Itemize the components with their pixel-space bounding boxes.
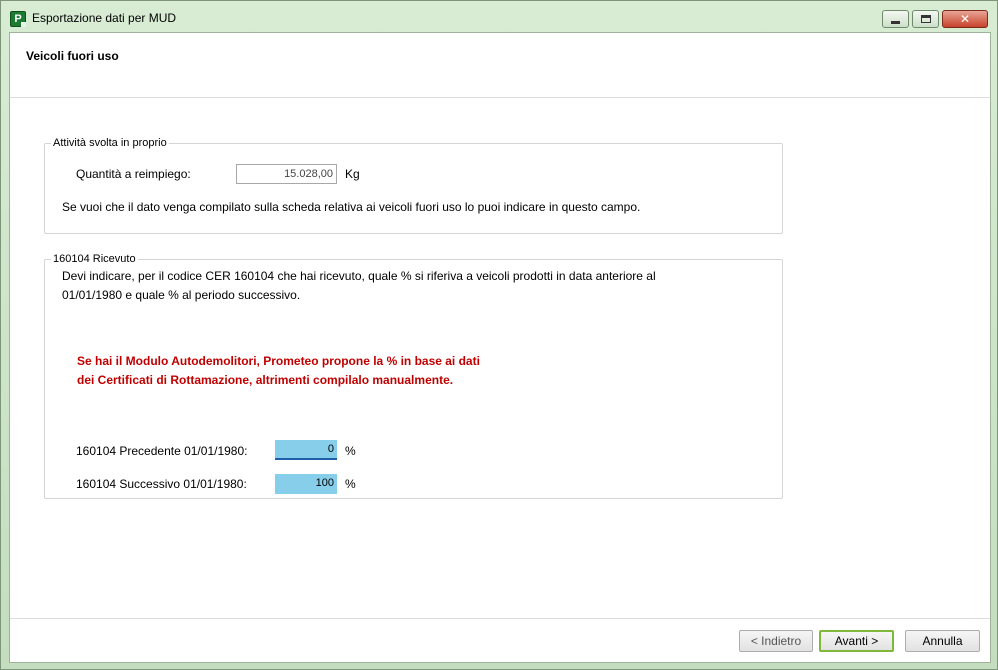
footer-divider	[10, 618, 990, 619]
minimize-icon	[891, 20, 900, 24]
header-divider	[10, 97, 990, 98]
window: P Esportazione dati per MUD ✕ Veicoli fu…	[0, 0, 998, 670]
group-legend: Attività svolta in proprio	[51, 137, 169, 150]
maximize-icon	[920, 15, 931, 23]
group-160104-ricevuto: 160104 Ricevuto Devi indicare, per il co…	[44, 253, 783, 499]
window-title: Esportazione dati per MUD	[32, 11, 177, 25]
description-line: Devi indicare, per il codice CER 160104 …	[62, 269, 656, 283]
warning-text: dei Certificati di Rottamazione, altrime…	[77, 373, 454, 387]
page-title: Veicoli fuori uso	[26, 49, 119, 63]
client-area: Veicoli fuori uso Attività svolta in pro…	[9, 32, 991, 663]
quantity-field[interactable]: 15.028,00	[236, 164, 337, 184]
description-line: 01/01/1980 e quale % al periodo successi…	[62, 288, 301, 302]
title-bar[interactable]: P Esportazione dati per MUD ✕	[1, 1, 997, 31]
percent-label: %	[345, 444, 356, 458]
minimize-button[interactable]	[882, 10, 909, 28]
group-legend: 160104 Ricevuto	[51, 253, 138, 266]
next-button[interactable]: Avanti >	[819, 630, 894, 652]
precedente-field[interactable]: 0	[275, 440, 337, 460]
close-button[interactable]: ✕	[942, 10, 988, 28]
quantity-unit: Kg	[345, 167, 360, 181]
percent-label: %	[345, 477, 356, 491]
cancel-button[interactable]: Annulla	[905, 630, 980, 652]
maximize-button[interactable]	[912, 10, 939, 28]
warning-text: Se hai il Modulo Autodemolitori, Promete…	[77, 354, 480, 368]
quantity-label: Quantità a reimpiego:	[76, 167, 191, 181]
quantity-hint: Se vuoi che il dato venga compilato sull…	[62, 200, 641, 214]
close-icon: ✕	[959, 12, 971, 26]
back-button[interactable]: < Indietro	[739, 630, 813, 652]
group-attivita-proprio: Attività svolta in proprio Quantità a re…	[44, 137, 783, 234]
successivo-label: 160104 Successivo 01/01/1980:	[76, 477, 247, 491]
precedente-label: 160104 Precedente 01/01/1980:	[76, 444, 248, 458]
window-controls: ✕	[882, 10, 988, 28]
successivo-field[interactable]: 100	[275, 474, 337, 494]
app-icon[interactable]: P	[10, 11, 26, 27]
